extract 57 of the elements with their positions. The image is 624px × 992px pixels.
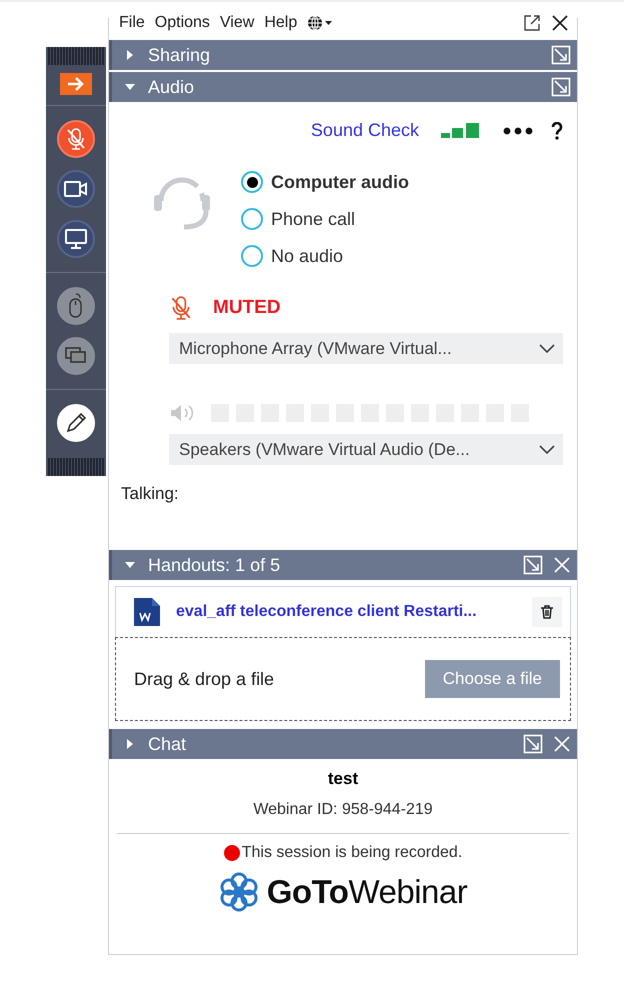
audio-section-header[interactable]: Audio bbox=[109, 72, 577, 102]
section-title: Sharing bbox=[147, 44, 212, 66]
webinar-title: test bbox=[328, 769, 358, 789]
radio-option[interactable]: Phone call bbox=[241, 208, 409, 230]
grip-handle[interactable] bbox=[48, 47, 104, 65]
close-icon[interactable] bbox=[551, 14, 569, 32]
radio-option[interactable]: Computer audio bbox=[241, 171, 409, 193]
section-title: Handouts: 1 of 5 bbox=[147, 554, 282, 576]
sharing-section-header[interactable]: Sharing bbox=[109, 40, 577, 70]
muted-microphone-icon bbox=[65, 127, 87, 151]
pen-button[interactable] bbox=[57, 404, 95, 442]
handout-file[interactable]: eval_aff teleconference client Restarti... bbox=[115, 586, 571, 637]
radio-label: Computer audio bbox=[271, 172, 409, 192]
chevron-down-icon bbox=[539, 444, 555, 454]
right-arrow-icon bbox=[67, 77, 85, 91]
drop-zone[interactable]: Drag & drop a file Choose a file bbox=[115, 637, 571, 721]
screen-button[interactable] bbox=[57, 220, 95, 258]
video-camera-icon bbox=[64, 181, 88, 197]
radio-button[interactable] bbox=[241, 171, 263, 193]
delete-button[interactable] bbox=[532, 597, 562, 627]
radio-option[interactable]: No audio bbox=[241, 245, 409, 267]
radio-button[interactable] bbox=[241, 208, 263, 230]
recording-dot-icon bbox=[224, 845, 240, 861]
sound-check-link[interactable]: Sound Check bbox=[310, 120, 419, 141]
globe-dropdown-icon[interactable] bbox=[307, 15, 334, 31]
file-name-link[interactable]: eval_aff teleconference client Restarti... bbox=[176, 603, 518, 621]
mic-button[interactable] bbox=[57, 120, 95, 158]
radio-button[interactable] bbox=[241, 245, 263, 267]
microphone-dropdown[interactable]: Microphone Array (VMware Virtual... bbox=[169, 333, 563, 364]
camera-button[interactable] bbox=[57, 170, 95, 208]
menu-item[interactable]: Help bbox=[264, 14, 298, 32]
exit-button[interactable] bbox=[60, 73, 92, 95]
more-options-icon[interactable] bbox=[503, 126, 533, 134]
document-icon bbox=[132, 596, 162, 628]
talking-label: Talking: bbox=[121, 484, 180, 504]
section-title: Audio bbox=[147, 76, 196, 98]
speakers-dropdown[interactable]: Speakers (VMware Virtual Audio (De... bbox=[169, 434, 563, 465]
menu-item[interactable]: File bbox=[119, 14, 145, 32]
radio-label: Phone call bbox=[271, 208, 356, 230]
two-screens-icon bbox=[65, 346, 87, 366]
flower-logo-icon bbox=[218, 872, 259, 912]
help-icon[interactable] bbox=[551, 122, 563, 140]
radio-label: No audio bbox=[271, 246, 344, 266]
monitor-icon bbox=[65, 229, 87, 249]
drop-zone-label: Drag & drop a file bbox=[134, 668, 274, 690]
grip-handle[interactable] bbox=[48, 458, 104, 476]
recording-notice: This session is being recorded. bbox=[242, 844, 462, 862]
section-title: Chat bbox=[147, 734, 188, 754]
menu-item[interactable]: View bbox=[220, 14, 254, 32]
webinar-id: Webinar ID: 958-944-219 bbox=[253, 801, 433, 819]
pop-out-icon[interactable] bbox=[523, 14, 541, 32]
chevron-down-icon bbox=[539, 344, 555, 354]
trash-icon bbox=[539, 604, 555, 620]
pen-icon bbox=[64, 411, 88, 435]
muted-status: MUTED bbox=[213, 297, 281, 319]
menu-item[interactable]: Options bbox=[154, 14, 210, 32]
logo-wordmark: GoToWebinar bbox=[266, 873, 468, 911]
